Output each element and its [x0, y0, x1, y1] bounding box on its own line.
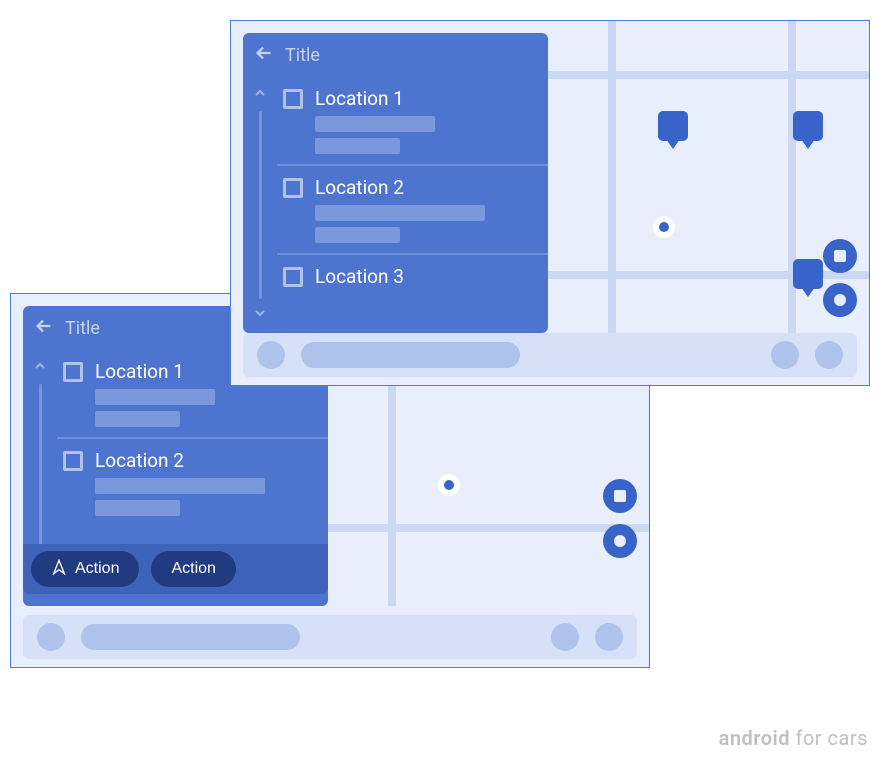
navigate-icon [51, 559, 67, 580]
map-stop-button[interactable] [603, 479, 637, 513]
placeholder-line [315, 205, 485, 221]
checkbox[interactable] [63, 362, 83, 382]
item-content: Location 2 [95, 449, 316, 516]
item-label: Location 2 [315, 176, 536, 199]
action-bar: Action Action [23, 544, 328, 594]
item-content: Location 3 [315, 265, 536, 288]
nav-app-icon[interactable] [815, 341, 843, 369]
map-recenter-button[interactable] [603, 524, 637, 558]
action-button-secondary[interactable]: Action [151, 551, 235, 587]
nav-app-icon[interactable] [595, 623, 623, 651]
scroll-track[interactable] [259, 111, 262, 299]
chevron-down-icon[interactable] [252, 305, 268, 325]
map-road [328, 524, 649, 532]
placeholder-line [95, 411, 180, 427]
map-marker-icon[interactable] [793, 111, 823, 141]
map-stop-button[interactable] [823, 239, 857, 273]
main-area: Title Location 1 [231, 21, 869, 333]
nav-app-icon[interactable] [257, 341, 285, 369]
action-button-primary[interactable]: Action [31, 551, 139, 587]
watermark-brand: android [719, 726, 790, 750]
action-label: Action [171, 560, 215, 578]
nav-rail [243, 333, 857, 377]
list-item[interactable]: Location 1 [277, 77, 548, 164]
item-label: Location 1 [315, 87, 536, 110]
placeholder-line [315, 138, 400, 154]
list-body: Location 1 Location 2 [243, 77, 548, 333]
watermark: android for cars [719, 726, 868, 750]
side-panel: Title Location 1 [243, 33, 548, 333]
nav-app-icon[interactable] [37, 623, 65, 651]
map-road [608, 21, 616, 333]
placeholder-line [95, 500, 180, 516]
nav-pill[interactable] [301, 342, 520, 368]
nav-app-icon[interactable] [551, 623, 579, 651]
map[interactable] [548, 21, 869, 333]
watermark-suffix: for cars [790, 726, 868, 750]
checkbox[interactable] [283, 267, 303, 287]
map-recenter-button[interactable] [823, 283, 857, 317]
nav-pill[interactable] [81, 624, 300, 650]
checkbox[interactable] [63, 451, 83, 471]
list-items: Location 1 Location 2 [277, 77, 548, 333]
map-marker-icon[interactable] [793, 259, 823, 289]
current-location-icon [653, 216, 675, 238]
panel-header: Title [243, 33, 548, 77]
current-location-icon [438, 474, 460, 496]
item-label: Location 3 [315, 265, 536, 288]
list-item[interactable]: Location 2 [277, 164, 548, 253]
placeholder-line [95, 478, 265, 494]
placeholder-line [315, 116, 435, 132]
map-road [548, 71, 869, 79]
panel-title: Title [285, 45, 320, 66]
checkbox[interactable] [283, 178, 303, 198]
back-arrow-icon[interactable] [33, 315, 55, 341]
back-arrow-icon[interactable] [253, 42, 275, 68]
window-variant-plain: Title Location 1 [230, 20, 870, 386]
chevron-up-icon[interactable] [32, 358, 48, 378]
action-label: Action [75, 560, 119, 578]
list-item[interactable]: Location 2 [57, 437, 328, 526]
checkbox[interactable] [283, 89, 303, 109]
list-item[interactable]: Location 3 [277, 253, 548, 298]
chevron-up-icon[interactable] [252, 85, 268, 105]
nav-rail [23, 615, 637, 659]
scrollbar[interactable] [243, 77, 277, 333]
item-content: Location 1 [315, 87, 536, 154]
nav-app-icon[interactable] [771, 341, 799, 369]
placeholder-line [95, 389, 215, 405]
panel-title: Title [65, 318, 100, 339]
item-label: Location 2 [95, 449, 316, 472]
placeholder-line [315, 227, 400, 243]
item-content: Location 2 [315, 176, 536, 243]
map-marker-icon[interactable] [658, 111, 688, 141]
